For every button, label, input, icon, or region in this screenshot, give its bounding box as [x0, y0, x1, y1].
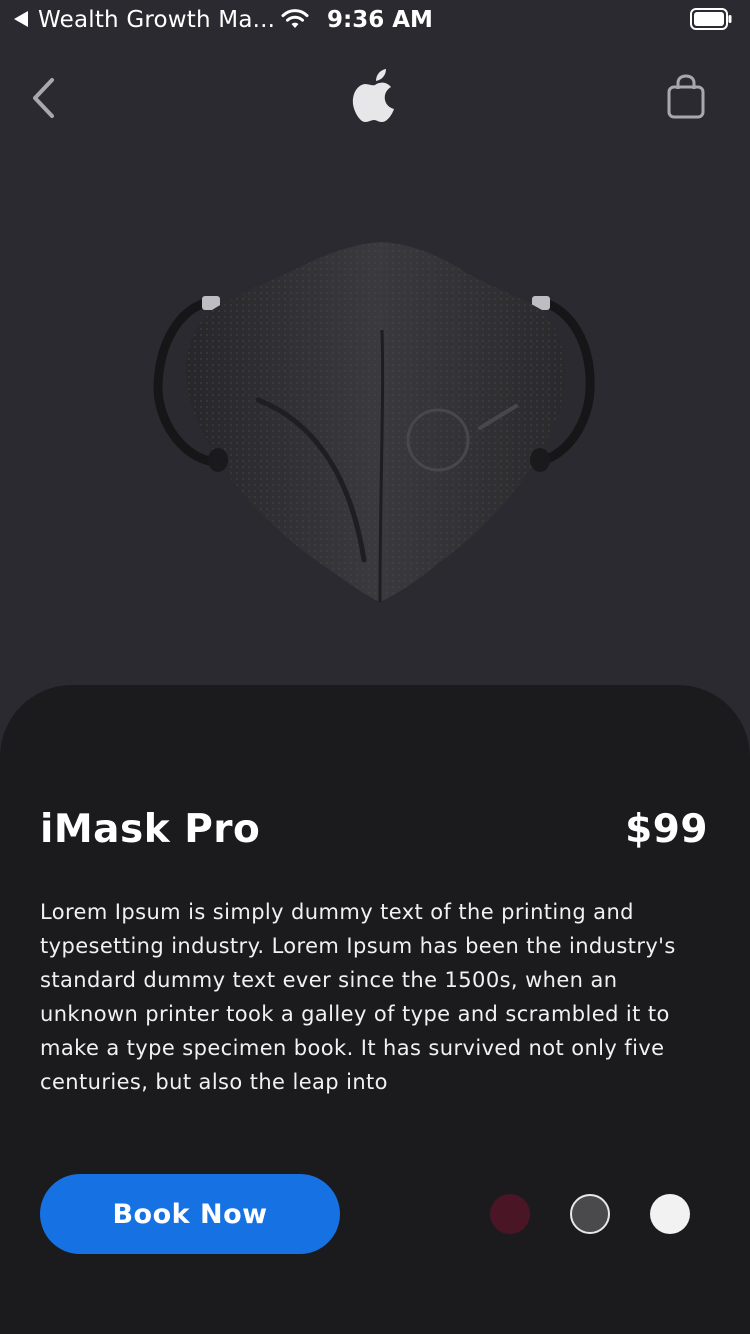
battery-icon — [690, 8, 732, 30]
color-swatch-dark-gray[interactable] — [570, 1194, 610, 1234]
back-to-app-label[interactable]: Wealth Growth Ma... — [38, 6, 275, 34]
apple-logo-icon — [352, 69, 394, 122]
shopping-bag-icon[interactable] — [664, 72, 708, 122]
status-bar: Wealth Growth Ma... 9:36 AM — [0, 0, 750, 40]
chevron-left-icon[interactable] — [28, 76, 62, 120]
color-swatch-maroon[interactable] — [490, 1194, 530, 1234]
product-price: $99 — [625, 807, 708, 852]
status-time: 9:36 AM — [327, 7, 433, 33]
book-now-button[interactable]: Book Now — [40, 1174, 340, 1254]
color-swatch-white[interactable] — [650, 1194, 690, 1234]
back-to-app-icon[interactable] — [14, 11, 28, 27]
product-description: Lorem Ipsum is simply dummy text of the … — [40, 900, 676, 1094]
product-name: iMask Pro — [40, 807, 261, 852]
wifi-icon — [281, 9, 309, 28]
product-image — [153, 242, 595, 603]
